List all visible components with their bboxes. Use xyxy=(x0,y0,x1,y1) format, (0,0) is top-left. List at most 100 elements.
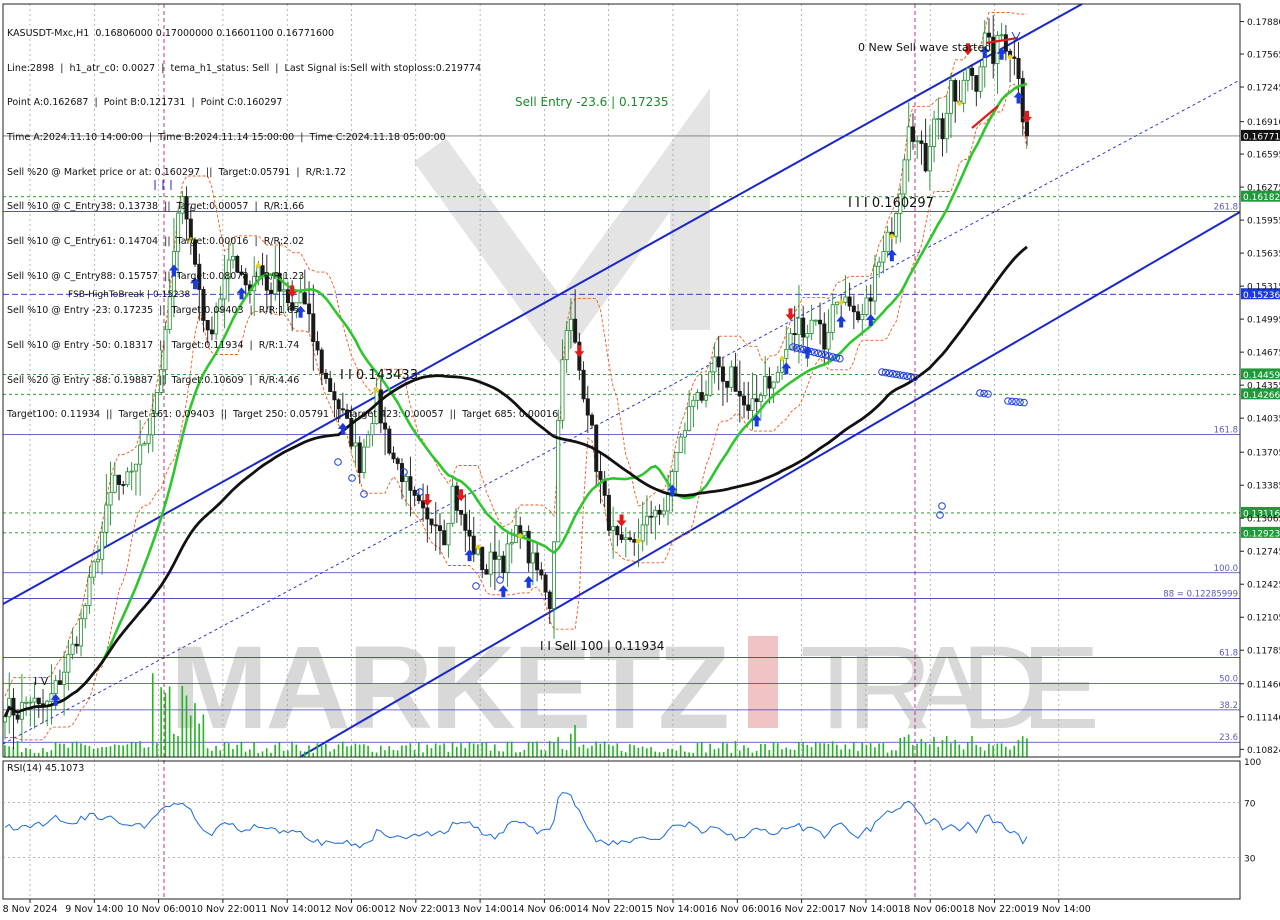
volume-bar xyxy=(139,741,141,757)
volume-bar xyxy=(346,746,348,757)
volume-bar xyxy=(316,743,319,757)
x-tick-label: 11 Nov 14:00 xyxy=(255,904,319,915)
candle-body xyxy=(805,333,810,338)
volume-bar xyxy=(379,745,382,757)
volume-bar xyxy=(189,715,192,757)
candle-body xyxy=(49,693,54,702)
volume-bar xyxy=(88,746,91,757)
candle-body xyxy=(750,398,755,411)
signal-circle xyxy=(472,582,480,590)
volume-bar xyxy=(882,743,885,757)
candle-body xyxy=(142,443,147,446)
candle-body xyxy=(454,485,459,511)
y-tick-label: 0.12745 xyxy=(1247,548,1280,558)
volume-bar xyxy=(502,751,505,757)
volume-bar xyxy=(827,743,830,757)
candle-body xyxy=(564,330,569,361)
y-tick-label: 0.10824 xyxy=(1247,746,1280,756)
volume-bar xyxy=(840,749,842,757)
volume-bar xyxy=(1017,739,1020,757)
volume-bar xyxy=(118,745,120,757)
volume-bar xyxy=(764,743,766,757)
volume-bar xyxy=(434,743,437,757)
volume-bar xyxy=(287,750,289,757)
volume-bar xyxy=(67,747,70,757)
volume-bar xyxy=(493,744,496,757)
volume-bar xyxy=(971,736,973,757)
candle-body xyxy=(450,485,455,524)
volume-bar xyxy=(396,750,399,757)
volume-bar xyxy=(320,745,323,757)
volume-bar xyxy=(857,751,859,757)
volume-bar xyxy=(164,692,167,757)
candle-body xyxy=(649,515,654,518)
volume-bar xyxy=(510,741,513,757)
volume-bar xyxy=(401,745,403,757)
volume-bar xyxy=(20,752,23,757)
info-line: Time A:2024.11.10 14:00:00 | Time B:2024… xyxy=(7,132,446,144)
candle-body xyxy=(112,474,117,493)
volume-bar xyxy=(329,751,331,757)
volume-bar xyxy=(776,743,779,757)
volume-bar xyxy=(831,741,834,757)
rsi-title: RSI(14) 45.1073 xyxy=(7,763,84,774)
volume-bar xyxy=(814,742,817,757)
candle-body xyxy=(598,470,603,480)
volume-bar xyxy=(836,744,838,757)
candle-body xyxy=(522,530,527,537)
volume-bar xyxy=(531,742,534,757)
info-panel: KASUSDT-Mxc,H1 0.16806000 0.17000000 0.1… xyxy=(7,5,558,432)
candle-body xyxy=(729,366,734,388)
volume-bar xyxy=(751,752,754,757)
volume-bar xyxy=(177,736,179,757)
volume-bar xyxy=(185,695,188,757)
candle-body xyxy=(590,414,595,426)
volume-bar xyxy=(861,742,863,757)
volume-bar xyxy=(303,751,306,757)
volume-bar xyxy=(848,749,851,757)
rsi-panel: RSI(14) 45.1073 100 70 30 xyxy=(3,758,1261,865)
volume-bar xyxy=(899,737,902,757)
volume-bar xyxy=(426,744,429,757)
volume-bar xyxy=(109,746,112,757)
candle-body xyxy=(999,34,1004,37)
candle-body xyxy=(953,80,958,102)
volume-bar xyxy=(50,750,53,757)
volume-bar xyxy=(591,745,593,757)
candle-body xyxy=(412,489,417,496)
x-tick-label: 12 Nov 06:00 xyxy=(319,904,383,915)
candle-body xyxy=(628,537,633,540)
candle-body xyxy=(133,463,138,472)
volume-bar xyxy=(798,742,800,757)
candle-body xyxy=(1025,121,1030,137)
level-price-label: 0.12923 xyxy=(1243,529,1280,539)
volume-bar xyxy=(371,751,374,757)
level-price-label: 0.14266 xyxy=(1243,391,1280,401)
volume-bar xyxy=(295,744,298,757)
volume-bar xyxy=(570,733,572,757)
volume-bar xyxy=(713,749,716,757)
annotation-new-wave: 0 New Sell wave started xyxy=(858,41,991,54)
volume-bar xyxy=(662,752,665,757)
candle-body xyxy=(568,318,573,331)
volume-bar xyxy=(143,747,146,757)
volume-bar xyxy=(173,733,175,757)
candle-body xyxy=(611,526,616,531)
volume-bar xyxy=(37,752,40,757)
candle-body xyxy=(1003,34,1008,52)
candle-body xyxy=(425,507,430,520)
candle-body xyxy=(459,509,464,515)
y-tick-label: 0.14355 xyxy=(1247,382,1280,392)
x-tick-label: 18 Nov 06:00 xyxy=(898,904,962,915)
volume-bar xyxy=(244,751,247,757)
volume-bar xyxy=(422,752,424,757)
volume-bar xyxy=(274,744,276,757)
candle-body xyxy=(771,381,776,389)
candle-body xyxy=(129,470,134,473)
candle-body xyxy=(699,392,704,401)
candle-body xyxy=(357,442,362,474)
candle-body xyxy=(573,318,578,343)
candle-body xyxy=(733,366,738,392)
volume-bar xyxy=(75,741,78,757)
volume-bar xyxy=(966,742,969,757)
